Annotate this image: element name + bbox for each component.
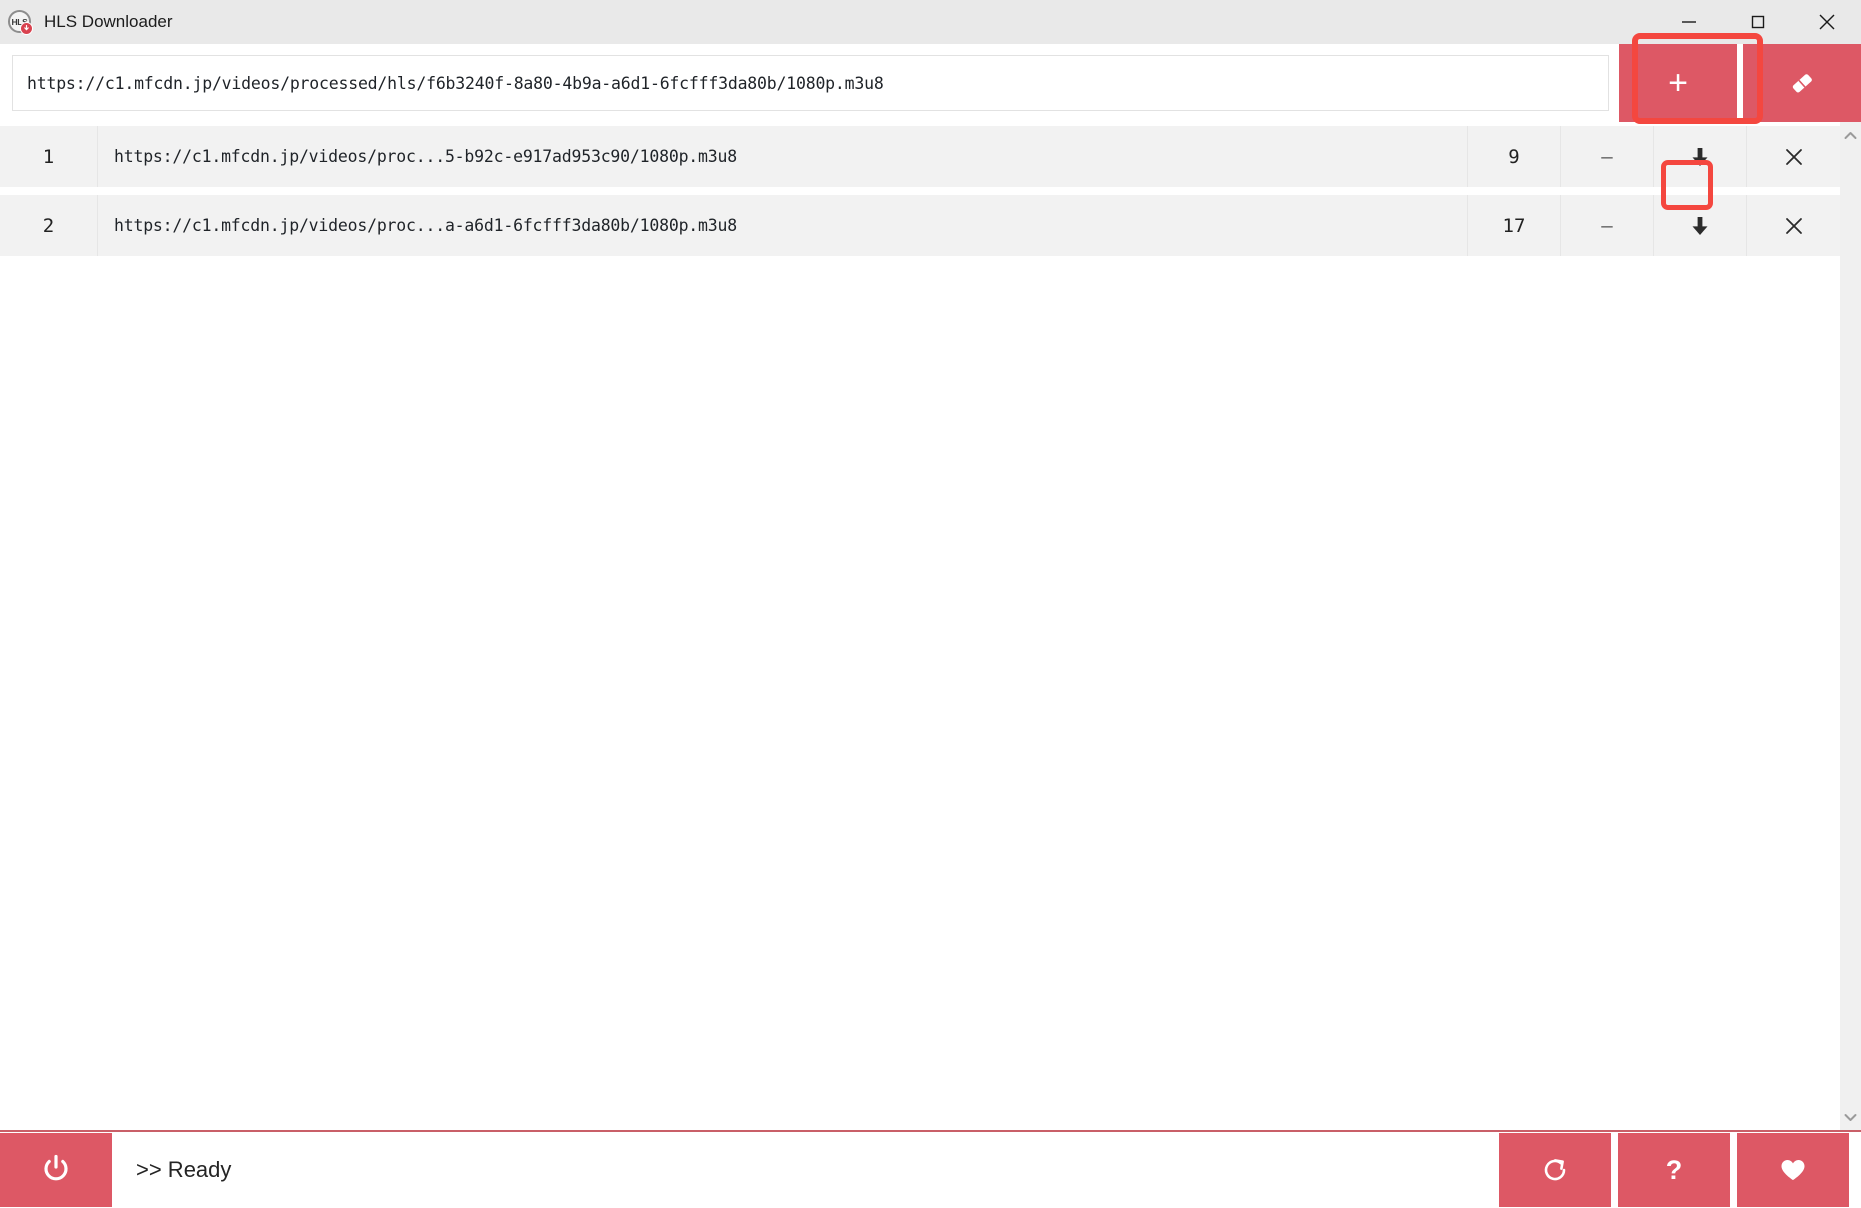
url-input[interactable] xyxy=(27,73,1594,93)
download-arrow-icon xyxy=(1687,144,1713,170)
row-remove-button[interactable] xyxy=(1747,195,1840,256)
power-icon xyxy=(38,1150,74,1191)
title-bar: HLS HLS Downloader xyxy=(0,0,1861,44)
row-index: 1 xyxy=(0,126,98,187)
close-x-icon xyxy=(1782,214,1806,238)
row-url: https://c1.mfcdn.jp/videos/proc...a-a6d1… xyxy=(98,195,1468,256)
plus-icon: + xyxy=(1668,64,1688,102)
close-x-icon xyxy=(1782,145,1806,169)
minimize-icon[interactable] xyxy=(1654,0,1723,44)
favorite-button[interactable] xyxy=(1737,1133,1849,1207)
refresh-icon xyxy=(1539,1154,1571,1186)
row-remove-button[interactable] xyxy=(1747,126,1840,187)
hls-app-icon: HLS xyxy=(7,9,33,35)
status-bar-actions: ? xyxy=(1499,1133,1861,1207)
chevron-up-icon[interactable] xyxy=(1840,126,1861,144)
help-icon: ? xyxy=(1665,1154,1683,1185)
url-bar: + xyxy=(0,44,1861,122)
row-index: 2 xyxy=(0,195,98,256)
title-bar-left: HLS HLS Downloader xyxy=(0,9,173,35)
status-text: >> Ready xyxy=(136,1157,232,1182)
add-url-button[interactable]: + xyxy=(1619,44,1737,122)
download-list: 1 https://c1.mfcdn.jp/videos/proc...5-b92… xyxy=(0,122,1840,1130)
heart-icon xyxy=(1778,1155,1808,1185)
download-list-area: 1 https://c1.mfcdn.jp/videos/proc...5-b92… xyxy=(0,122,1861,1130)
status-bar: >> Ready ? xyxy=(0,1130,1861,1208)
scrollbar-track[interactable] xyxy=(1840,144,1861,1108)
help-button[interactable]: ? xyxy=(1618,1133,1730,1207)
maximize-icon[interactable] xyxy=(1723,0,1792,44)
chevron-down-icon[interactable] xyxy=(1840,1108,1861,1126)
window-title: HLS Downloader xyxy=(44,12,173,31)
table-row[interactable]: 1 https://c1.mfcdn.jp/videos/proc...5-b92… xyxy=(0,126,1840,187)
power-button[interactable] xyxy=(0,1133,112,1207)
row-progress: – xyxy=(1561,195,1654,256)
window-controls xyxy=(1654,0,1861,44)
row-download-button[interactable] xyxy=(1654,195,1747,256)
app-icon-download-badge xyxy=(20,22,33,35)
row-segment-count: 17 xyxy=(1468,195,1561,256)
list-scrollbar[interactable] xyxy=(1840,122,1861,1130)
row-download-button[interactable] xyxy=(1654,126,1747,187)
app-window: HLS HLS Downloader + xyxy=(0,0,1861,1208)
url-input-wrapper[interactable] xyxy=(12,55,1609,111)
close-icon[interactable] xyxy=(1792,0,1861,44)
refresh-button[interactable] xyxy=(1499,1133,1611,1207)
download-arrow-icon xyxy=(1687,213,1713,239)
table-row[interactable]: 2 https://c1.mfcdn.jp/videos/proc...a-a6d… xyxy=(0,195,1840,256)
row-segment-count: 9 xyxy=(1468,126,1561,187)
row-progress: – xyxy=(1561,126,1654,187)
row-url: https://c1.mfcdn.jp/videos/proc...5-b92c… xyxy=(98,126,1468,187)
eraser-icon xyxy=(1786,67,1818,99)
clear-url-button[interactable] xyxy=(1743,44,1861,122)
